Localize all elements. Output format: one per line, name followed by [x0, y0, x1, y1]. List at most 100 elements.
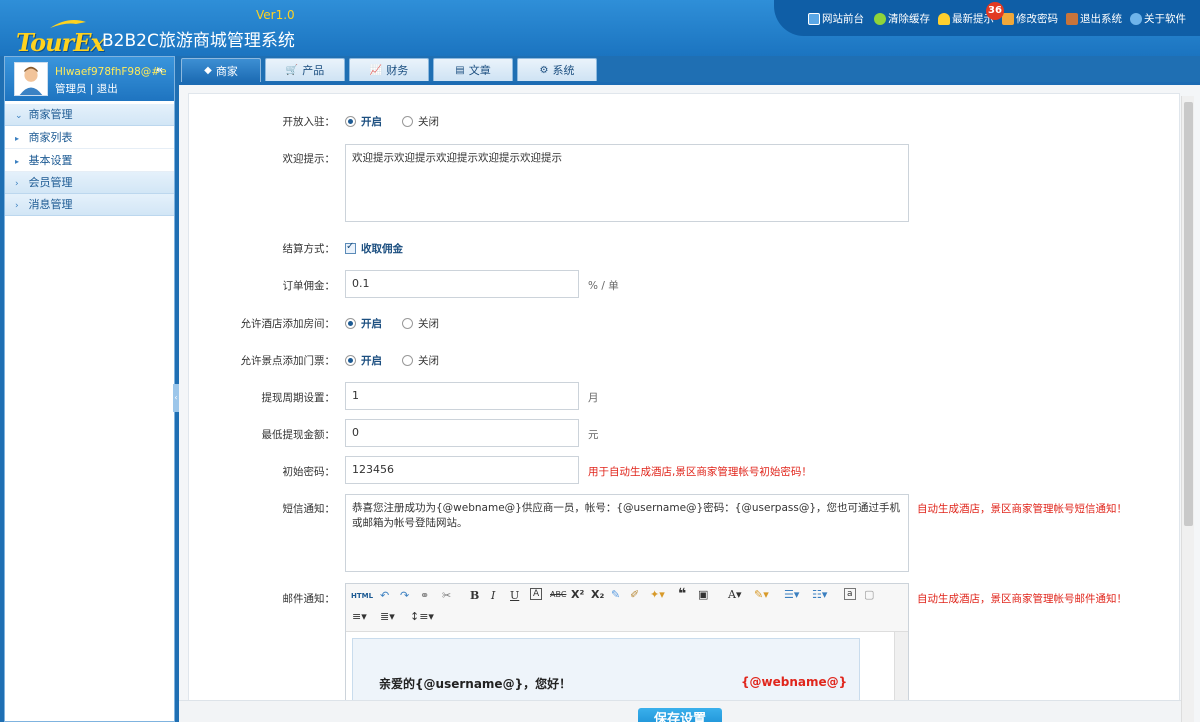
min-withdraw-unit: 元: [588, 429, 599, 441]
commission-label: 订单佣金：: [282, 280, 336, 292]
email-label: 邮件通知：: [282, 593, 336, 605]
settle-checkbox[interactable]: 收取佣金: [345, 241, 403, 257]
open-join-label: 开放入驻：: [282, 116, 336, 128]
bell-icon: [938, 12, 950, 25]
paragraph-format-icon[interactable]: ≣▾: [380, 610, 395, 623]
align-icon[interactable]: ≡▾: [352, 610, 367, 623]
font-color-icon[interactable]: A▾: [728, 588, 741, 601]
init-password-input[interactable]: 123456: [345, 456, 579, 484]
hotel-room-on-radio[interactable]: 开启: [345, 316, 382, 331]
open-join-off-radio[interactable]: 关闭: [402, 114, 439, 129]
tab-finance[interactable]: 📈 财务: [349, 58, 429, 81]
tab-article[interactable]: ▤ 文章: [433, 58, 513, 81]
email-note: 自动生成酒店，景区商家管理帐号邮件通知！: [917, 593, 1127, 605]
chart-icon: 📈: [369, 64, 383, 76]
font-border-icon[interactable]: A: [530, 588, 543, 600]
scrollbar-thumb[interactable]: [1184, 102, 1193, 526]
email-webname: {@webname@}: [741, 675, 848, 689]
magic-wand-icon[interactable]: ✦▾: [650, 588, 665, 601]
sidebar-group-messages[interactable]: › 消息管理: [5, 194, 174, 216]
info-icon: [1130, 12, 1142, 25]
exit-icon: [1066, 12, 1078, 25]
collapse-sidebar-icon[interactable]: «: [156, 63, 163, 76]
withdraw-period-unit: 月: [588, 392, 599, 404]
init-password-label: 初始密码：: [282, 466, 336, 478]
ordered-list-icon[interactable]: ☰▾: [784, 588, 799, 601]
sms-note: 自动生成酒店，景区商家管理帐号短信通知！: [917, 503, 1127, 515]
sms-label: 短信通知：: [282, 503, 336, 515]
bold-icon[interactable]: B: [470, 589, 479, 602]
blockquote-icon[interactable]: ❝: [678, 586, 686, 602]
triangle-right-icon: ▸: [15, 157, 20, 166]
avatar: [14, 62, 48, 96]
link-icon[interactable]: ⚭: [420, 589, 429, 602]
paste-icon[interactable]: ▣: [698, 588, 708, 601]
line-height-icon[interactable]: ↕≡▾: [410, 610, 434, 623]
underline-icon[interactable]: U: [510, 589, 519, 602]
superscript-icon[interactable]: X²: [571, 588, 584, 601]
sidebar-item-merchant-list[interactable]: ▸ 商家列表: [5, 126, 174, 149]
hotel-room-label: 允许酒店添加房间：: [240, 318, 336, 330]
user-name: Hlwaef978fhF98@#e: [55, 66, 167, 78]
main-tabs: ◆ 商家 🛒 产品 📈 财务 ▤ 文章 ⚙ 系统: [181, 58, 601, 82]
link-about[interactable]: 关于软件: [1130, 11, 1186, 26]
chevron-down-icon: ⌄: [15, 111, 23, 121]
save-button[interactable]: 保存设置: [638, 708, 722, 722]
redo-icon[interactable]: ↷: [400, 589, 409, 602]
withdraw-period-label: 提现周期设置：: [261, 392, 336, 404]
sidebar-item-basic-settings[interactable]: ▸ 基本设置: [5, 149, 174, 172]
scenic-ticket-on-radio[interactable]: 开启: [345, 353, 382, 368]
scenic-ticket-label: 允许景点添加门票：: [240, 355, 336, 367]
email-greeting: 亲爱的{@username@}，您好！: [379, 677, 572, 691]
eraser-icon[interactable]: ✎: [611, 588, 620, 601]
link-clear-cache[interactable]: 清除缓存: [874, 11, 930, 26]
tab-system[interactable]: ⚙ 系统: [517, 58, 597, 81]
link-frontend[interactable]: 网站前台: [808, 11, 864, 26]
sidebar: Hlwaef978fhF98@#e 管理员 | 退出 « ⌄ 商家管理 ▸ 商家…: [4, 56, 175, 722]
system-title: B2B2C旅游商城管理系统: [102, 31, 295, 51]
sidebar-group-merchants[interactable]: ⌄ 商家管理: [5, 104, 174, 126]
withdraw-period-input[interactable]: 1: [345, 382, 579, 410]
user-role[interactable]: 管理员 | 退出: [55, 81, 118, 96]
scenic-ticket-off-radio[interactable]: 关闭: [402, 353, 439, 368]
unordered-list-icon[interactable]: ☷▾: [812, 588, 827, 601]
html-source-icon[interactable]: HTML: [351, 592, 373, 600]
tab-merchant[interactable]: ◆ 商家: [181, 58, 261, 82]
cart-icon: 🛒: [285, 64, 299, 76]
sidebar-nav: ⌄ 商家管理 ▸ 商家列表 ▸ 基本设置 › 会员管理 › 消息管理: [5, 104, 174, 216]
min-withdraw-input[interactable]: 0: [345, 419, 579, 447]
welcome-textarea[interactable]: 欢迎提示欢迎提示欢迎提示欢迎提示欢迎提示: [345, 144, 909, 222]
format-brush-icon[interactable]: ✐: [630, 588, 639, 601]
tab-product[interactable]: 🛒 产品: [265, 58, 345, 81]
refresh-icon: [874, 12, 886, 25]
logo-text: TourEx: [16, 28, 105, 57]
tag-icon: ◆: [204, 65, 212, 76]
commission-unit: % / 单: [588, 280, 619, 292]
undo-icon[interactable]: ↶: [380, 589, 389, 602]
chevron-right-icon: ›: [15, 201, 19, 211]
chevron-right-icon: ›: [15, 179, 19, 189]
editor-toolbar: HTML ↶ ↷ ⚭ ✂ B I U A ABC X² X₂ ✎ ✐ ✦▾ ❝ …: [346, 584, 908, 632]
open-join-radio-group: 开启 关闭: [345, 114, 459, 129]
subscript-icon[interactable]: X₂: [591, 588, 604, 601]
hotel-room-radio-group: 开启 关闭: [345, 316, 459, 331]
scenic-ticket-radio-group: 开启 关闭: [345, 353, 459, 368]
commission-input[interactable]: 0.1: [345, 270, 579, 298]
logo: TourEx: [8, 10, 105, 57]
sms-textarea[interactable]: 恭喜您注册成功为{@webname@}供应商一员，帐号：{@username@}…: [345, 494, 909, 572]
link-logout[interactable]: 退出系统: [1066, 11, 1122, 26]
min-withdraw-label: 最低提现金额：: [261, 429, 336, 441]
triangle-right-icon: ▸: [15, 134, 20, 143]
hotel-room-off-radio[interactable]: 关闭: [402, 316, 439, 331]
link-change-password[interactable]: 修改密码: [1002, 11, 1058, 26]
open-join-on-radio[interactable]: 开启: [345, 114, 382, 129]
italic-icon[interactable]: I: [491, 589, 495, 602]
unlink-icon[interactable]: ✂: [442, 589, 451, 602]
new-document-icon[interactable]: ▢: [864, 588, 874, 601]
sidebar-group-members[interactable]: › 会员管理: [5, 172, 174, 194]
select-all-icon[interactable]: a: [844, 588, 856, 600]
strikethrough-icon[interactable]: ABC: [550, 590, 566, 599]
page-scrollbar[interactable]: [1181, 96, 1194, 722]
init-password-note: 用于自动生成酒店,景区商家管理帐号初始密码！: [588, 466, 812, 478]
highlight-icon[interactable]: ✎▾: [754, 588, 769, 601]
